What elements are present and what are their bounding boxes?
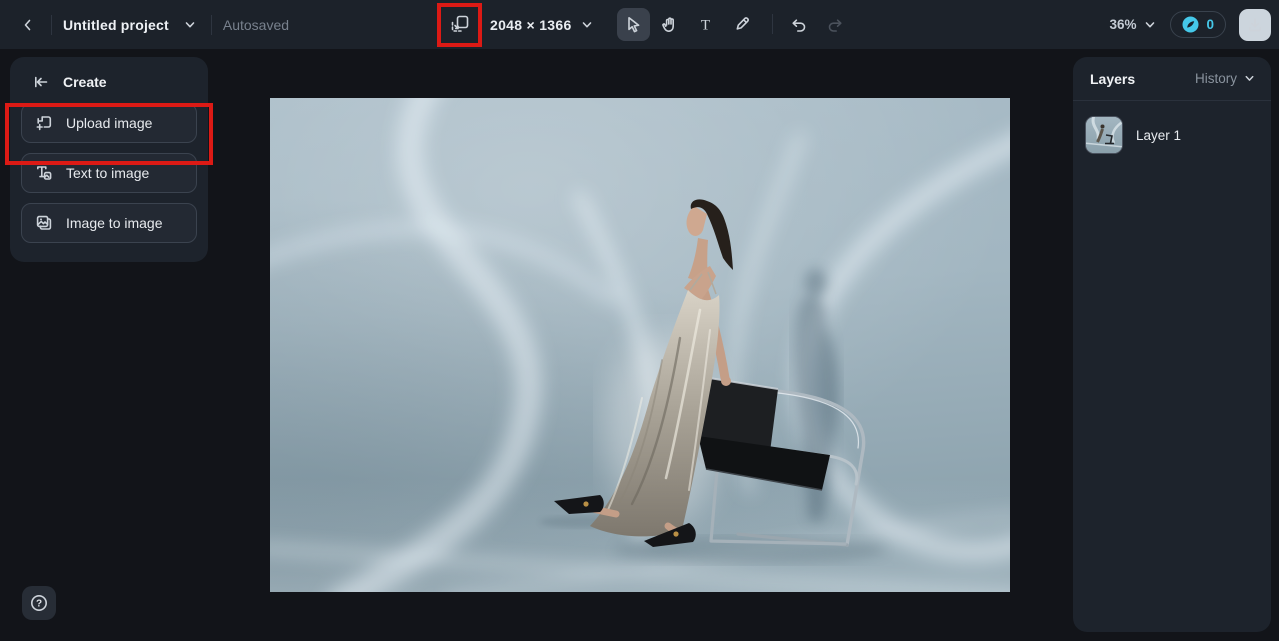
select-tool-button[interactable] [617, 8, 650, 41]
button-label: Image to image [66, 215, 163, 231]
layers-panel: Layers History Layer 1 [1073, 57, 1271, 632]
collapse-panel-button[interactable] [31, 72, 51, 92]
credits-button[interactable]: 0 [1170, 11, 1226, 38]
divider [210, 14, 212, 35]
undo-button[interactable] [781, 8, 814, 41]
zoom-level-value: 36% [1109, 17, 1137, 32]
history-label: History [1194, 71, 1237, 86]
cursor-arrow-icon [628, 17, 640, 33]
text-tool-button[interactable]: T [689, 8, 722, 41]
create-actions: Upload image Text to image Image to imag… [10, 103, 208, 243]
layer-name: Layer 1 [1136, 127, 1182, 143]
canvas-size-value: 2048 × 1366 [490, 16, 572, 33]
image-plus-icon [36, 116, 52, 131]
layer-thumbnail [1085, 116, 1123, 154]
layers-panel-header: Layers History [1073, 57, 1271, 101]
panel-title: Create [63, 74, 107, 90]
layers-tab[interactable]: Layers [1090, 71, 1135, 87]
tool-bar: T [617, 8, 758, 41]
chevron-down-icon [1245, 75, 1254, 81]
chevron-down-icon [1146, 21, 1155, 27]
divider [51, 14, 52, 35]
resize-canvas-button[interactable] [444, 8, 476, 40]
svg-text:?: ? [36, 599, 42, 610]
create-panel: Create Upload image Text to image Image … [10, 57, 208, 262]
app-window: Untitled project Autosaved 2048 × 1366 T… [0, 0, 1279, 641]
top-bar: Untitled project Autosaved 2048 × 1366 T… [0, 0, 1279, 49]
upload-image-button[interactable]: Upload image [21, 103, 197, 143]
chevron-down-icon [582, 21, 591, 27]
canvas-area[interactable] [270, 98, 1010, 592]
chevron-down-icon [185, 21, 195, 27]
arrow-left-to-bar-icon [35, 76, 48, 88]
divider [772, 14, 773, 34]
credit-coin-icon [1182, 16, 1199, 33]
topbar-right: 36% 0 [1109, 0, 1271, 49]
autosave-status: Autosaved [222, 16, 290, 33]
button-label: Upload image [66, 115, 153, 131]
back-button[interactable] [16, 13, 40, 37]
project-header: Untitled project Autosaved [16, 0, 289, 49]
zoom-level-control[interactable]: 36% [1109, 17, 1157, 32]
hand-tool-button[interactable] [653, 8, 686, 41]
brush-tool-button[interactable] [725, 8, 758, 41]
redo-button[interactable] [819, 8, 852, 41]
layer-row[interactable]: Layer 1 [1085, 116, 1259, 154]
download-icon [1249, 17, 1261, 31]
button-label: Text to image [66, 165, 150, 181]
canvas-size-control[interactable]: 2048 × 1366 [490, 0, 594, 49]
undo-icon [791, 18, 805, 32]
resize-canvas-icon [451, 15, 469, 32]
canvas-image[interactable] [270, 98, 1010, 592]
layer-thumbnail-image [1086, 117, 1122, 153]
text-tool-icon: T [701, 18, 710, 34]
help-button[interactable]: ? [22, 586, 56, 620]
image-to-image-icon [36, 215, 52, 230]
project-menu-button[interactable] [180, 15, 200, 35]
redo-icon [828, 18, 842, 32]
chevron-left-icon [24, 19, 31, 30]
hand-icon [662, 17, 674, 32]
credits-count: 0 [1206, 17, 1214, 32]
image-to-image-button[interactable]: Image to image [21, 203, 197, 243]
create-panel-header: Create [10, 57, 208, 103]
question-circle-icon: ? [31, 595, 47, 611]
brush-pen-icon [736, 17, 749, 30]
text-to-image-button[interactable]: Text to image [21, 153, 197, 193]
download-button[interactable] [1239, 8, 1271, 41]
text-to-image-icon [37, 166, 52, 180]
project-title[interactable]: Untitled project [63, 17, 169, 33]
svg-text:T: T [701, 18, 710, 34]
history-tab[interactable]: History [1195, 71, 1256, 86]
